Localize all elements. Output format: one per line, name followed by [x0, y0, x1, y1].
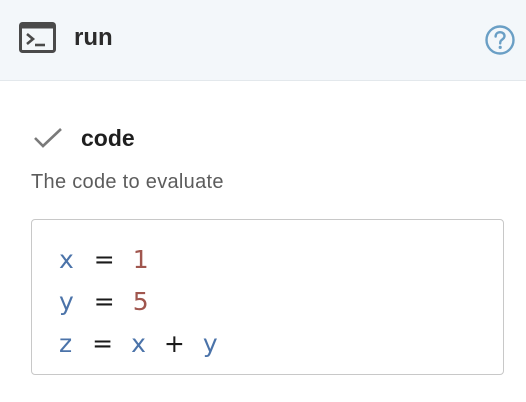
code-line: x = 1	[59, 239, 503, 281]
code-editor[interactable]: x = 1 y = 5 z = x + y	[31, 219, 504, 375]
code-variable: y	[59, 287, 74, 316]
parameter-name: code	[81, 125, 135, 151]
code-operator: =	[93, 245, 115, 274]
code-variable: x	[59, 245, 74, 274]
code-line: y = 5	[59, 281, 503, 323]
parameter-description: The code to evaluate	[31, 171, 224, 193]
parameter-row: code	[33, 122, 503, 154]
tool-header: run	[0, 0, 526, 81]
code-variable: z	[59, 329, 73, 358]
code-number: 1	[132, 245, 149, 274]
code-line: z = x + y	[59, 323, 503, 365]
check-icon	[34, 128, 62, 148]
code-operator: +	[163, 329, 185, 358]
code-variable: y	[202, 329, 218, 358]
code-operator: =	[93, 287, 115, 316]
tool-title: run	[74, 24, 113, 51]
code-number: 5	[132, 287, 149, 316]
terminal-icon	[19, 22, 56, 53]
help-circle-icon[interactable]	[484, 24, 516, 56]
code-operator: =	[92, 329, 114, 358]
code-variable: x	[131, 329, 146, 358]
